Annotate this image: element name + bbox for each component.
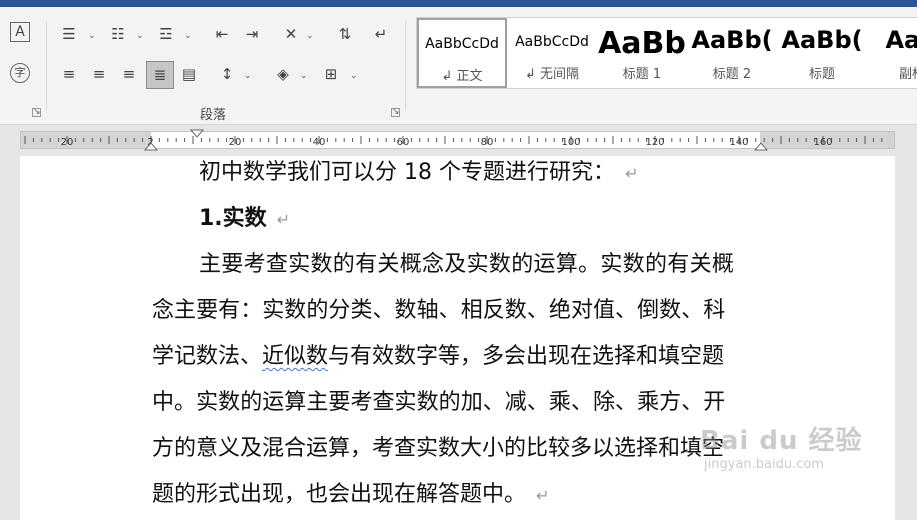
- group-separator: [405, 21, 406, 111]
- style-item[interactable]: AaBb( 标题: [777, 18, 867, 88]
- style-name: 标题 2: [712, 67, 752, 82]
- increase-indent-icon[interactable]: ⇥: [241, 24, 263, 46]
- text-line: 学记数法、近似数与有效数字等，多会出现在选择和填空题: [152, 344, 725, 369]
- ruler-label: 160: [813, 137, 832, 148]
- show-formatting-marks-icon[interactable]: ↵: [370, 24, 392, 46]
- ruler-label: 120: [645, 137, 664, 148]
- styles-gallery: AaBbCcDd ↲ 正文 AaBbCcDd ↲ 无间隔 AaBb 标题 1 AaBb( 标题…: [416, 17, 917, 89]
- chevron-down-icon[interactable]: ⌄: [184, 31, 192, 41]
- sort-icon[interactable]: ⇅: [334, 24, 356, 46]
- ruler-label: 40: [313, 137, 326, 148]
- style-name: 标题: [808, 67, 835, 82]
- style-name: ↲ 无间隔: [524, 67, 580, 82]
- chevron-down-icon[interactable]: ⌄: [350, 71, 358, 81]
- text-line: 题的形式出现，也会出现在解答题中。 ↵: [152, 482, 550, 507]
- style-sample: AaBb(: [781, 26, 863, 54]
- ruler-label: 140: [729, 137, 748, 148]
- paragraph-mark-icon: ↵: [536, 486, 550, 505]
- chevron-down-icon[interactable]: ⌄: [306, 31, 314, 41]
- align-right-icon[interactable]: ≡: [118, 64, 140, 86]
- style-item[interactable]: AaBbCcDd ↲ 正文: [417, 18, 507, 88]
- ruler-label: 60: [397, 137, 410, 148]
- style-sample: AaB: [885, 26, 917, 54]
- shading-icon[interactable]: ◈: [272, 64, 294, 86]
- text-line: 初中数学我们可以分 18 个专题进行研究： ↵: [199, 160, 639, 185]
- chevron-down-icon[interactable]: ⌄: [244, 71, 252, 81]
- style-name: ↲ 正文: [441, 69, 483, 84]
- chevron-down-icon[interactable]: ⌄: [300, 71, 308, 81]
- right-indent-marker: [753, 142, 769, 151]
- line-spacing-icon[interactable]: ↕: [216, 64, 238, 86]
- watermark-url: jingyan.baidu.com: [704, 457, 824, 472]
- style-sample: AaBbCcDd: [425, 36, 499, 52]
- horizontal-ruler[interactable]: 20 2 20 40 60 80 100 120 140 160: [0, 126, 917, 156]
- decrease-indent-icon[interactable]: ⇤: [211, 24, 233, 46]
- multilevel-list-icon[interactable]: ☲: [155, 24, 177, 46]
- align-center-icon[interactable]: ≡: [88, 64, 110, 86]
- title-bar-strip: [0, 0, 917, 7]
- font-dialog-launcher-icon[interactable]: ↘: [32, 108, 41, 117]
- enclose-characters-icon[interactable]: 字: [10, 63, 30, 83]
- heading-line: 1.实数 ↵: [199, 206, 291, 231]
- watermark-brand: Bai du 经验: [700, 426, 863, 456]
- paragraph-mark-icon: ↵: [624, 164, 639, 183]
- style-sample: AaBbCcDd: [515, 34, 589, 50]
- ruler-label: 100: [561, 137, 580, 148]
- distributed-align-icon[interactable]: ▤: [178, 64, 200, 86]
- ruler-label: 80: [481, 137, 494, 148]
- text-line: 中。实数的运算主要考查实数的加、减、乘、除、乘方、开: [152, 390, 726, 415]
- chevron-down-icon[interactable]: ⌄: [136, 31, 144, 41]
- text-line: 念主要有：实数的分类、数轴、相反数、绝对值、倒数、科: [152, 298, 726, 323]
- style-name: 标题 1: [622, 67, 662, 82]
- first-line-indent-marker: [189, 129, 205, 138]
- style-sample: AaBb: [598, 26, 686, 61]
- paragraph-mark-icon: ↵: [276, 210, 291, 229]
- numbering-icon[interactable]: ☷: [107, 24, 129, 46]
- ruler-ticks: 20 2 20 40 60 80 100 120 140 160: [24, 129, 883, 151]
- style-sample: AaBb(: [691, 26, 773, 54]
- ribbon: A 字 ↘ ☰ ⌄ ☷ ⌄ ☲ ⌄ ⇤ ⇥ ✕ ⌄ ⇅ ↵ ≡ ≡ ≡ ≣ ▤ …: [0, 7, 917, 125]
- style-item[interactable]: AaBb( 标题 2: [687, 18, 777, 88]
- paragraph-group-label: 段落: [200, 108, 227, 123]
- ruler-label: 20: [61, 137, 74, 148]
- style-item[interactable]: AaBb 标题 1: [597, 18, 687, 88]
- paragraph-dialog-launcher-icon[interactable]: ↘: [391, 108, 400, 117]
- style-item[interactable]: AaB 副标: [867, 18, 917, 88]
- text-line: 方的意义及混合运算，考查实数大小的比较多以选择和填空: [152, 436, 725, 461]
- align-left-icon[interactable]: ≡: [58, 64, 80, 86]
- style-name: 副标: [898, 67, 917, 82]
- character-border-icon[interactable]: A: [10, 22, 30, 42]
- baidu-watermark: Bai du 经验 jingyan.baidu.com: [700, 420, 863, 472]
- group-separator: [46, 21, 47, 111]
- chevron-down-icon[interactable]: ⌄: [88, 31, 96, 41]
- style-item[interactable]: AaBbCcDd ↲ 无间隔: [507, 18, 597, 88]
- chinese-layout-icon[interactable]: ✕: [280, 24, 302, 46]
- ruler-label: 20: [229, 137, 242, 148]
- bullets-icon[interactable]: ☰: [58, 24, 80, 46]
- grammar-flagged-word[interactable]: 近似数: [262, 344, 328, 369]
- justify-icon[interactable]: ≣: [146, 61, 174, 89]
- text-line: 主要考查实数的有关概念及实数的运算。实数的有关概: [199, 252, 735, 277]
- borders-icon[interactable]: ⊞: [320, 64, 342, 86]
